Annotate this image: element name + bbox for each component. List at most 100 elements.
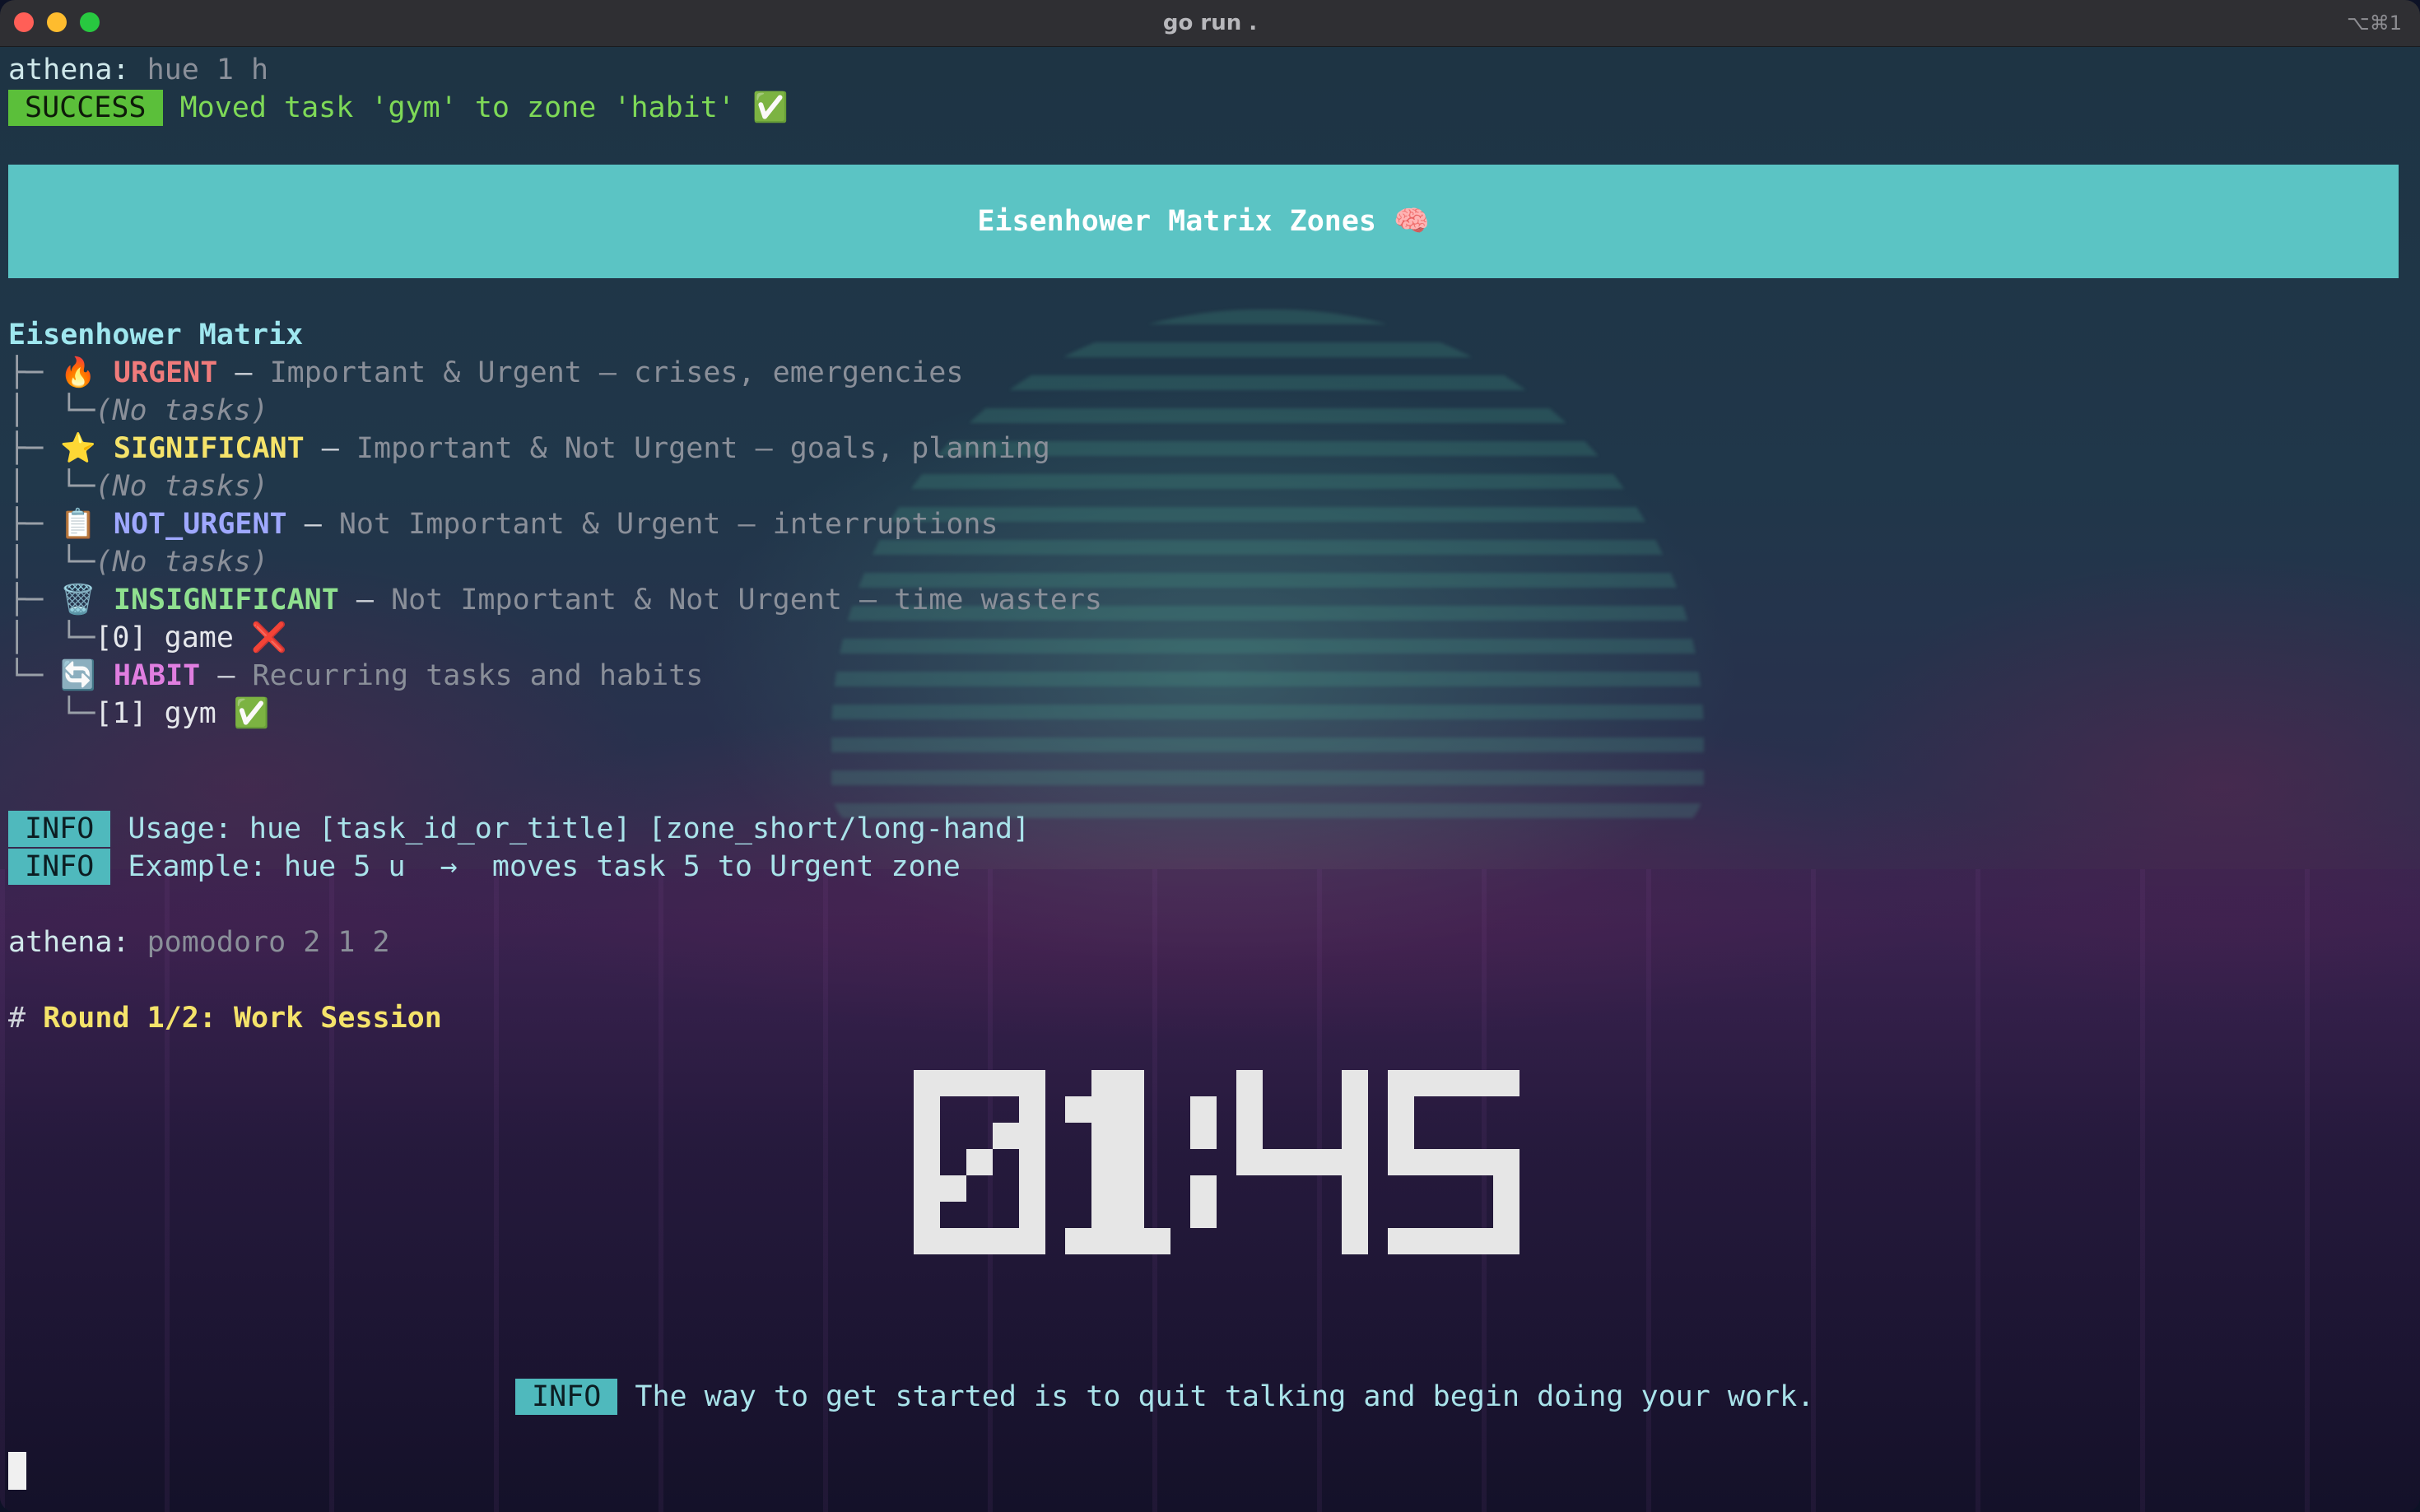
- timer-pixel: [1019, 1096, 1045, 1123]
- timer-pixel: [1190, 1096, 1217, 1123]
- timer-pixel: [1118, 1202, 1144, 1228]
- tree-branch: │ └─: [8, 470, 95, 503]
- timer-pixel: [914, 1096, 940, 1123]
- timer-pixel: [1190, 1202, 1217, 1228]
- timer-pixel: [1236, 1070, 1263, 1096]
- fire-icon: 🔥: [60, 356, 96, 389]
- tree-branch: └─: [8, 659, 61, 692]
- timer-pixel: [993, 1123, 1019, 1149]
- timer-pixel: [914, 1228, 940, 1254]
- tree-branch: │ └─: [8, 546, 95, 579]
- zone-name-urgent: URGENT: [113, 356, 218, 389]
- timer-pixel: [1493, 1228, 1519, 1254]
- matrix-title: Eisenhower Matrix: [8, 316, 303, 354]
- timer-pixel: [914, 1175, 940, 1202]
- info-message: Usage: hue [task_id_or_title] [zone_shor…: [128, 812, 1031, 845]
- timer-pixel: [914, 1149, 940, 1175]
- zones-banner: Eisenhower Matrix Zones 🧠: [8, 165, 2399, 278]
- tree-branch: │ └─: [8, 621, 95, 654]
- zone-name-significant: SIGNIFICANT: [113, 432, 305, 465]
- info-message: Example: hue 5 u → moves task 5 to Urgen…: [128, 850, 961, 883]
- timer-pixel: [1118, 1228, 1144, 1254]
- command-text: hue 1 h: [147, 54, 269, 86]
- timer-pixel: [1019, 1123, 1045, 1149]
- timer-pixel: [1388, 1070, 1414, 1096]
- timer-pixel: [1388, 1228, 1414, 1254]
- task-item: [1] gym ✅: [95, 697, 270, 730]
- timer-pixel: [1263, 1149, 1289, 1175]
- timer-pixel: [914, 1202, 940, 1228]
- info-line-example: INFO Example: hue 5 u → moves task 5 to …: [8, 848, 961, 886]
- round-hash: #: [8, 1002, 26, 1035]
- timer-pixel: [1467, 1228, 1493, 1254]
- timer-pixel: [1236, 1123, 1263, 1149]
- timer-pixel: [1493, 1175, 1519, 1202]
- info-badge: INFO: [8, 849, 111, 885]
- zone-row-insignificant: ├─ 🗑️ INSIGNIFICANT – Not Important & No…: [8, 581, 1102, 619]
- timer-pixel: [1091, 1175, 1118, 1202]
- zone-items-insignificant: │ └─[0] game ❌: [8, 619, 287, 657]
- timer-pixel: [1388, 1149, 1414, 1175]
- window-title: go run .: [1162, 11, 1258, 35]
- timer-pixel: [1019, 1228, 1045, 1254]
- tree-branch: ├─: [8, 356, 61, 389]
- timer-pixel: [993, 1070, 1019, 1096]
- no-tasks-label: (No tasks): [95, 470, 269, 503]
- timer-pixel: [1019, 1175, 1045, 1202]
- timer-pixel: [1091, 1228, 1118, 1254]
- timer-pixel: [940, 1175, 966, 1202]
- timer-pixel: [914, 1070, 940, 1096]
- timer-pixel: [1019, 1070, 1045, 1096]
- zone-row-habit: └─ 🔄 HABIT – Recurring tasks and habits: [8, 657, 703, 695]
- timer-pixel: [1091, 1149, 1118, 1175]
- timer-pixel: [1091, 1202, 1118, 1228]
- info-line-usage: INFO Usage: hue [task_id_or_title] [zone…: [8, 810, 1030, 848]
- timer-pixel: [1289, 1149, 1315, 1175]
- timer-pixel: [966, 1228, 993, 1254]
- timer-pixel: [1388, 1096, 1414, 1123]
- timer-pixel: [1493, 1070, 1519, 1096]
- no-tasks-label: (No tasks): [95, 394, 269, 427]
- timer-pixel: [1091, 1070, 1118, 1096]
- timer-pixel: [1493, 1202, 1519, 1228]
- prompt-line-2: athena: pomodoro 2 1 2: [8, 923, 390, 961]
- zone-description-insignificant: Not Important & Not Urgent – time waster…: [391, 584, 1103, 616]
- title-bar[interactable]: go run . ⌥⌘1: [0, 0, 2420, 47]
- no-tasks-label: (No tasks): [95, 546, 269, 579]
- timer-pixel: [1118, 1149, 1144, 1175]
- timer-pixel: [1236, 1149, 1263, 1175]
- round-label: Round 1/2: Work Session: [43, 1002, 442, 1035]
- tree-branch: └─: [8, 697, 95, 730]
- timer-pixel: [1091, 1096, 1118, 1123]
- prompt-user: athena:: [8, 54, 130, 86]
- tree-branch: ├─: [8, 432, 61, 465]
- clipboard-icon: 📋: [60, 508, 96, 541]
- zone-separator: –: [217, 659, 235, 692]
- info-badge: INFO: [515, 1379, 618, 1415]
- timer-pixel: [1440, 1149, 1467, 1175]
- pomodoro-timer: [914, 1070, 1519, 1268]
- zone-name-insignificant: INSIGNIFICANT: [113, 584, 339, 616]
- timer-pixel: [1118, 1070, 1144, 1096]
- zone-items-not-urgent: │ └─(No tasks): [8, 543, 268, 581]
- timer-pixel: [1236, 1096, 1263, 1123]
- prompt-line-1: athena: hue 1 h: [8, 51, 268, 89]
- timer-pixel: [1342, 1096, 1368, 1123]
- success-message: Moved task 'gym' to zone 'habit' ✅: [179, 91, 789, 124]
- tree-branch: │ └─: [8, 394, 95, 427]
- zone-row-urgent: ├─ 🔥 URGENT – Important & Urgent – crise…: [8, 354, 963, 392]
- timer-pixel: [1065, 1228, 1091, 1254]
- zone-separator: –: [235, 356, 253, 389]
- timer-pixel: [1019, 1202, 1045, 1228]
- timer-pixel: [1342, 1123, 1368, 1149]
- timer-pixel: [1440, 1070, 1467, 1096]
- timer-pixel: [1467, 1070, 1493, 1096]
- zone-items-habit: └─[1] gym ✅: [8, 695, 270, 733]
- tree-branch: ├─: [8, 584, 61, 616]
- info-badge: INFO: [8, 811, 111, 847]
- zone-items-significant: │ └─(No tasks): [8, 468, 268, 505]
- repeat-icon: 🔄: [60, 659, 96, 692]
- timer-pixel: [1144, 1228, 1170, 1254]
- motivational-quote: The way to get started is to quit talkin…: [635, 1380, 1815, 1413]
- timer-pixel: [1342, 1149, 1368, 1175]
